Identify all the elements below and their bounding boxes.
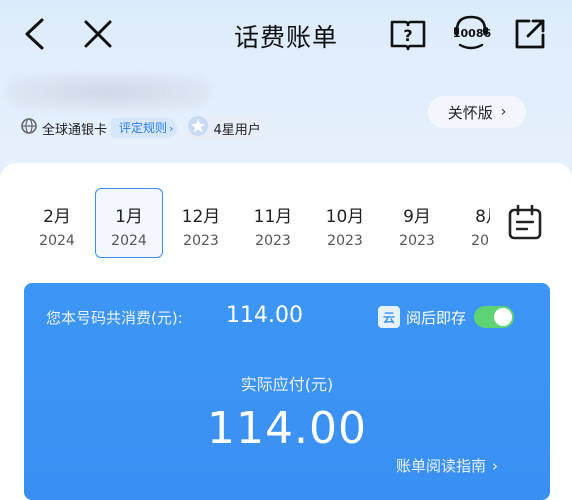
cloud-save-icon: 云 bbox=[378, 306, 400, 328]
month-tab-year: 2023 bbox=[255, 233, 291, 249]
bill-reading-guide-link[interactable]: 账单阅读指南 › bbox=[396, 455, 498, 476]
share-icon[interactable] bbox=[510, 14, 550, 54]
chevron-right-icon: › bbox=[500, 104, 507, 120]
month-tab-month: 1月 bbox=[115, 207, 143, 227]
star-level-label: 4星用户 bbox=[213, 122, 261, 138]
month-tab-month: 11月 bbox=[253, 207, 293, 227]
rating-rules-label: 评定规则 bbox=[119, 121, 168, 135]
rating-rules-link[interactable]: 评定规则 › bbox=[111, 118, 178, 138]
membership-label: 全球通银卡 bbox=[42, 122, 108, 138]
month-tab[interactable]: 10月 2023 bbox=[311, 188, 379, 258]
customer-service-icon[interactable]: 10086 bbox=[446, 14, 496, 54]
month-tab[interactable]: 1月 2024 bbox=[95, 188, 163, 258]
month-tab[interactable]: 12月 2023 bbox=[167, 188, 235, 258]
cloud-save-icon-char: 云 bbox=[382, 310, 395, 325]
svg-text:?: ? bbox=[403, 26, 412, 45]
user-tags: 全球通银卡 评定规则 › 4星用户 bbox=[20, 116, 271, 140]
save-after-read-toggle[interactable] bbox=[474, 306, 515, 328]
total-spend-label: 您本号码共消费(元): bbox=[46, 309, 183, 327]
toggle-knob bbox=[494, 308, 513, 326]
month-tab-month: 9月 bbox=[403, 207, 431, 227]
care-mode-label: 关怀版 bbox=[447, 103, 493, 122]
star-level-tag: 4星用户 bbox=[185, 115, 271, 141]
month-tab-month: 2月 bbox=[43, 207, 71, 227]
masked-phone-number bbox=[6, 74, 211, 110]
chevron-right-icon: › bbox=[169, 122, 174, 135]
month-tab-month: 10月 bbox=[325, 207, 365, 227]
month-tab-month: 8月 bbox=[475, 207, 490, 227]
globe-card-icon bbox=[20, 117, 38, 139]
care-mode-button[interactable]: 关怀版 › bbox=[428, 96, 526, 128]
amount-due-label: 实际应付(元) bbox=[240, 375, 334, 394]
month-tab-year: 2024 bbox=[111, 233, 147, 249]
calendar-icon[interactable] bbox=[505, 203, 545, 243]
bill-summary-card: 您本号码共消费(元): 114.00 云 阅后即存 实际应付(元) 114.00… bbox=[24, 283, 550, 500]
bill-reading-guide-label: 账单阅读指南 bbox=[396, 457, 487, 475]
month-tab-year: 2023 bbox=[471, 233, 490, 249]
month-tab[interactable]: 8月 2023 bbox=[455, 188, 490, 258]
amount-due-value: 114.00 bbox=[207, 403, 367, 454]
star-badge-icon bbox=[187, 115, 209, 141]
service-number: 10086 bbox=[452, 27, 492, 40]
month-tab[interactable]: 9月 2023 bbox=[383, 188, 451, 258]
help-book-icon[interactable]: ? bbox=[388, 14, 428, 54]
month-tab-year: 2024 bbox=[39, 233, 75, 249]
month-tab-year: 2023 bbox=[183, 233, 219, 249]
total-spend-value: 114.00 bbox=[226, 303, 303, 328]
save-after-read-label: 阅后即存 bbox=[406, 308, 467, 327]
month-tab-year: 2023 bbox=[327, 233, 363, 249]
month-tab[interactable]: 2月 2024 bbox=[23, 188, 91, 258]
save-after-read: 云 阅后即存 bbox=[378, 306, 515, 328]
nav-bar: 话费账单 ? 10086 bbox=[0, 0, 572, 68]
month-tab-year: 2023 bbox=[399, 233, 435, 249]
month-tab[interactable]: 11月 2023 bbox=[239, 188, 307, 258]
month-tab-month: 12月 bbox=[181, 207, 221, 227]
chevron-right-icon: › bbox=[492, 457, 499, 475]
membership-tag: 全球通银卡 bbox=[20, 117, 107, 139]
month-selector[interactable]: 2月 2024 1月 2024 12月 2023 11月 2023 10月 2023 9月 2023 8… bbox=[22, 188, 490, 258]
